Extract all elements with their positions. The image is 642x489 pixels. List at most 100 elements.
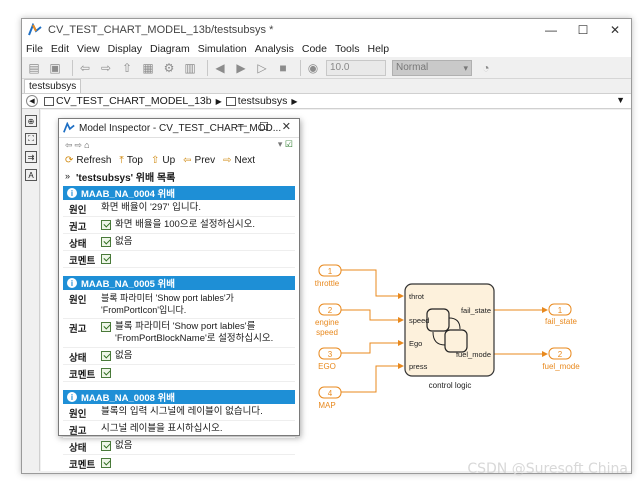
row-key: 상태 xyxy=(69,239,87,250)
outport-fuel-mode[interactable]: 2 fuel_mode xyxy=(542,347,580,371)
chart-output-port: fuel_mode xyxy=(456,350,491,359)
next-label: Next xyxy=(234,154,256,166)
inport-engine-speed[interactable]: 2 engine speed xyxy=(315,303,342,337)
violation-list-title: » 'testsubsys' 위배 목록 xyxy=(59,168,299,184)
up-icon: ⇧ xyxy=(150,154,160,166)
inport-label: EGO xyxy=(318,362,336,371)
outport-label: fail_state xyxy=(545,317,578,326)
fix-icon[interactable] xyxy=(101,322,111,332)
row-key: 상태 xyxy=(69,443,87,454)
inport-throttle[interactable]: 1 throttle xyxy=(315,264,342,288)
history-forward-icon[interactable]: ⇨ xyxy=(75,140,83,151)
row-key: 상태 xyxy=(69,353,87,364)
next-button[interactable]: ⇨ Next xyxy=(223,155,255,166)
issue-id: MAAB_NA_0004 위배 xyxy=(81,189,176,200)
row-key: 권고 xyxy=(69,222,87,233)
top-button[interactable]: ⤒ Top xyxy=(119,155,143,166)
list-collapse-icon[interactable]: » xyxy=(65,171,70,181)
inport-map[interactable]: 4 MAP xyxy=(318,386,342,410)
row-value: 시그널 레이블을 표시하십시오. xyxy=(101,423,223,434)
info-icon: i xyxy=(67,392,77,402)
signal-line xyxy=(341,269,404,299)
inport-label: MAP xyxy=(318,401,335,410)
issue-row-comment: 코멘트 xyxy=(63,455,295,472)
row-key: 원인 xyxy=(69,409,87,420)
inspector-title-bar: Model Inspector - CV_TEST_CHART_MOD... —… xyxy=(59,119,299,138)
issue-row-status: 상태 없음 xyxy=(63,234,295,251)
up-label: Up xyxy=(162,154,176,166)
minimize-button[interactable]: — xyxy=(236,120,247,132)
prev-label: Prev xyxy=(194,154,216,166)
edit-status-icon[interactable] xyxy=(101,351,111,361)
inport-label: engine speed xyxy=(315,318,340,337)
inport-number: 2 xyxy=(328,306,333,315)
chart-output-port: fail_state xyxy=(461,306,491,315)
edit-status-icon[interactable] xyxy=(101,441,111,451)
outport-label: fuel_mode xyxy=(542,362,580,371)
signal-line xyxy=(341,363,404,393)
issue-row-advice: 권고 시그널 레이블을 표시하십시오. xyxy=(63,421,295,438)
inspector-title: Model Inspector - CV_TEST_CHART_MOD... xyxy=(79,122,282,134)
maximize-button[interactable]: ☐ xyxy=(259,120,269,133)
home-icon[interactable]: ⌂ xyxy=(84,140,89,150)
up-button[interactable]: ⇧ Up xyxy=(151,155,175,166)
edit-comment-icon[interactable] xyxy=(101,458,111,468)
fix-icon[interactable] xyxy=(101,220,111,230)
refresh-icon: ⟳ xyxy=(65,154,74,166)
next-icon: ⇨ xyxy=(223,154,232,166)
row-value: 없음 xyxy=(115,236,133,247)
history-back-icon[interactable]: ⇦ xyxy=(65,140,73,151)
signal-line xyxy=(341,340,404,354)
edit-comment-icon[interactable] xyxy=(101,368,111,378)
row-key: 원인 xyxy=(69,295,87,306)
issue-row-status: 상태 없음 xyxy=(63,348,295,365)
inport-number: 1 xyxy=(328,267,333,276)
row-value: 블록의 입력 시그널에 레이블이 없습니다. xyxy=(101,406,263,417)
row-key: 권고 xyxy=(69,324,87,335)
issue-row-comment: 코멘트 xyxy=(63,251,295,268)
outport-fail-state[interactable]: 1 fail_state xyxy=(545,303,578,326)
watermark: CSDN @Suresoft China xyxy=(467,461,628,477)
row-value: 없음 xyxy=(115,440,133,451)
refresh-label: Refresh xyxy=(76,154,112,166)
row-value: 화면 배율을 100으로 설정하십시오. xyxy=(115,219,256,230)
issue-header[interactable]: i MAAB_NA_0004 위배 xyxy=(63,186,295,200)
row-value: 없음 xyxy=(115,350,133,361)
simulink-logo-icon xyxy=(63,122,75,133)
inport-number: 4 xyxy=(328,389,333,398)
chart-name: control logic xyxy=(429,381,472,390)
issue-row-cause: 원인 블록의 입력 시그널에 레이블이 없습니다. xyxy=(63,404,295,421)
issue-row-cause: 원인 화면 배율이 '297' 입니다. xyxy=(63,200,295,217)
dock-dropdown-icon[interactable]: ▾ ☑ xyxy=(278,139,293,150)
edit-comment-icon[interactable] xyxy=(101,254,111,264)
row-key: 코멘트 xyxy=(69,370,96,381)
prev-icon: ⇦ xyxy=(183,154,192,166)
issue-row-comment: 코멘트 xyxy=(63,365,295,382)
row-key: 코멘트 xyxy=(69,256,96,267)
row-value: 화면 배율이 '297' 입니다. xyxy=(101,202,201,213)
issue-header[interactable]: i MAAB_NA_0005 위배 xyxy=(63,276,295,290)
issue-header[interactable]: i MAAB_NA_0008 위배 xyxy=(63,390,295,404)
prev-button[interactable]: ⇦ Prev xyxy=(183,155,215,166)
top-label: Top xyxy=(126,154,143,166)
outport-number: 2 xyxy=(558,350,563,359)
edit-status-icon[interactable] xyxy=(101,237,111,247)
row-key: 코멘트 xyxy=(69,460,96,471)
inport-label: throttle xyxy=(315,279,340,288)
outport-number: 1 xyxy=(558,306,563,315)
issue-id: MAAB_NA_0008 위배 xyxy=(81,393,176,404)
stateflow-chart-block[interactable]: throt speed Ego press fail_state fuel_mo… xyxy=(404,283,495,390)
inport-number: 3 xyxy=(328,350,333,359)
issue-row-advice: 권고 블록 파라미터 'Show port lables'를 'FromPort… xyxy=(63,319,295,348)
refresh-button[interactable]: ⟳ Refresh xyxy=(65,155,111,166)
issue-id: MAAB_NA_0005 위배 xyxy=(81,279,176,290)
close-button[interactable]: ✕ xyxy=(282,120,291,133)
chart-input-port: throt xyxy=(409,292,425,301)
row-value: 블록 파라미터 'Show port lables'가 'FromPortIco… xyxy=(101,293,234,315)
issue-row-status: 상태 없음 xyxy=(63,438,295,455)
info-icon: i xyxy=(67,188,77,198)
chart-input-port: Ego xyxy=(409,339,422,348)
inspector-nav: ⟳ Refresh ⤒ Top ⇧ Up ⇦ Prev ⇨ Next xyxy=(59,152,299,168)
inport-ego[interactable]: 3 EGO xyxy=(318,347,342,371)
info-icon: i xyxy=(67,278,77,288)
